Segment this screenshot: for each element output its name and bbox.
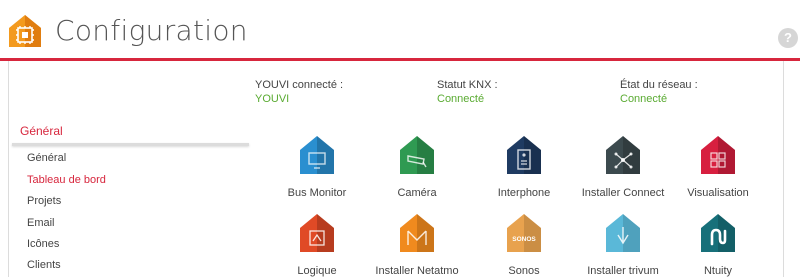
sidebar-item-icons[interactable]: Icônes	[27, 238, 59, 250]
camera-icon	[400, 136, 434, 174]
sidebar-item-email[interactable]: Email	[27, 217, 55, 229]
page-title: Configuration	[55, 14, 248, 47]
ntuity-icon	[701, 214, 735, 252]
sidebar-divider	[12, 143, 249, 146]
module-label: Installer trivum	[587, 265, 659, 277]
module-label: Ntuity	[703, 265, 733, 277]
trivum-icon	[606, 214, 640, 252]
status-value: YOUVI	[255, 93, 290, 105]
sidebar-item-projects[interactable]: Projets	[27, 195, 61, 207]
sidebar-heading[interactable]: Général	[20, 124, 63, 138]
module-label: Sonos	[508, 265, 540, 277]
module-label: Bus Monitor	[287, 187, 347, 199]
module-intercom[interactable]: Interphone	[476, 135, 572, 199]
status-network: État du réseau : Connecté	[620, 78, 698, 106]
status-label: Statut KNX :	[437, 79, 498, 91]
module-installer-connect[interactable]: Installer Connect	[575, 135, 671, 199]
module-label: Visualisation	[687, 187, 749, 199]
module-label: Interphone	[497, 187, 551, 199]
module-installer-trivum[interactable]: Installer trivum	[575, 213, 671, 277]
status-value: Connecté	[620, 93, 668, 105]
app-header: Configuration ?	[0, 0, 800, 61]
network-icon	[606, 136, 640, 174]
netatmo-icon	[400, 214, 434, 252]
monitor-icon	[300, 136, 334, 174]
sonos-badge: SONOS	[512, 236, 536, 243]
module-ntuity[interactable]: Ntuity	[670, 213, 766, 277]
grid-icon	[701, 136, 735, 174]
sidebar-item-general[interactable]: Général	[27, 152, 66, 164]
module-bus-monitor[interactable]: Bus Monitor	[269, 135, 365, 199]
status-youvi: YOUVI connecté : YOUVI	[255, 78, 343, 106]
status-label: État du réseau :	[620, 79, 698, 91]
module-label: Installer Netatmo	[375, 265, 459, 277]
module-installer-netatmo[interactable]: Installer Netatmo	[369, 213, 465, 277]
sonos-icon: SONOS	[507, 214, 541, 252]
help-icon[interactable]: ?	[778, 28, 798, 48]
module-label: Caméra	[397, 187, 437, 199]
module-label: Logique	[297, 265, 337, 277]
status-label: YOUVI connecté :	[255, 79, 344, 91]
intercom-icon	[507, 136, 541, 174]
logic-icon	[300, 214, 334, 252]
status-knx: Statut KNX : Connecté	[437, 78, 498, 106]
module-label: Installer Connect	[581, 187, 665, 199]
app-logo-icon	[9, 15, 41, 47]
module-visualisation[interactable]: Visualisation	[670, 135, 766, 199]
module-sonos[interactable]: SONOS Sonos	[476, 213, 572, 277]
module-camera[interactable]: Caméra	[369, 135, 465, 199]
sidebar-item-clients[interactable]: Clients	[27, 259, 61, 271]
status-value: Connecté	[437, 93, 485, 105]
sidebar-item-dashboard[interactable]: Tableau de bord	[27, 174, 106, 186]
module-logic[interactable]: Logique	[269, 213, 365, 277]
